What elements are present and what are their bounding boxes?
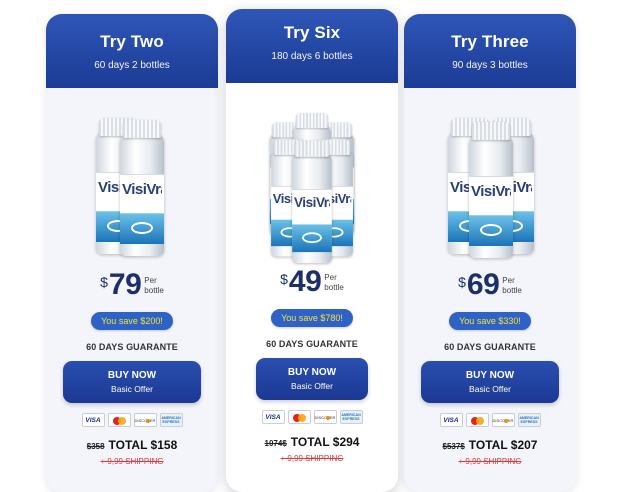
price-unit: Per bottle: [144, 276, 164, 296]
buy-now-label: BUY NOW: [107, 370, 157, 381]
visa-icon: VISA: [439, 413, 463, 427]
buy-now-button[interactable]: BUY NOW Basic Offer: [63, 361, 201, 403]
buy-now-label: BUY NOW: [465, 370, 515, 381]
plan-subtitle: 90 days 3 bottles: [452, 60, 528, 71]
buy-now-label: BUY NOW: [287, 367, 337, 378]
plan-card-try-three: Try Three 90 days 3 bottles VisiVra Visi…: [404, 14, 576, 492]
payment-methods: VISA DISCOVER AMERICAN EXPRESS: [404, 413, 576, 427]
total-price: $537$ TOTAL $207: [404, 438, 576, 452]
plan-card-try-two: Try Two 60 days 2 bottles VisiVra VisiVr…: [46, 14, 218, 492]
price-currency: $: [100, 274, 108, 290]
savings-badge: You save $780!: [271, 309, 353, 327]
plan-subtitle: 180 days 6 bottles: [271, 51, 353, 62]
total-label: TOTAL $158: [108, 438, 178, 452]
price-unit: Per bottle: [502, 276, 522, 296]
price-unit-per: Per: [324, 273, 337, 282]
guarantee-text: 60 DAYS GUARANTE: [444, 342, 536, 352]
discover-icon: DISCOVER: [313, 410, 337, 424]
product-image: VisiVra VisiVra: [46, 118, 218, 268]
mastercard-icon: [465, 413, 489, 427]
buy-now-sublabel: Basic Offer: [291, 381, 333, 391]
total-price: $358 TOTAL $158: [46, 438, 218, 452]
bottle: VisiVra: [120, 120, 164, 256]
mastercard-icon: [287, 410, 311, 424]
price-unit-per: Per: [502, 276, 515, 285]
buy-now-button[interactable]: BUY NOW Basic Offer: [256, 358, 368, 400]
plan-header: Try Six 180 days 6 bottles: [226, 9, 398, 83]
total-label: TOTAL $294: [290, 435, 360, 449]
payment-methods: VISA DISCOVER AMERICAN EXPRESS: [46, 413, 218, 427]
price: $ 49 Per bottle: [226, 267, 398, 297]
discover-icon: DISCOVER: [491, 413, 515, 427]
total-price: 1074$ TOTAL $294: [226, 435, 398, 449]
discover-icon: DISCOVER: [133, 413, 157, 427]
price-currency: $: [458, 274, 466, 290]
guarantee-text: 60 DAYS GUARANTE: [266, 339, 358, 349]
shipping-text: + 9,99 SHIPPING: [100, 457, 164, 466]
amex-icon: AMERICAN EXPRESS: [159, 413, 183, 427]
total-label: TOTAL $207: [468, 438, 538, 452]
price-amount: 49: [288, 265, 322, 298]
buy-now-sublabel: Basic Offer: [469, 384, 511, 394]
product-image: VisiVra VisiVra VisiVra: [404, 118, 576, 268]
old-price: 1074$: [264, 439, 287, 448]
bottle-brand: VisiVra: [122, 181, 162, 198]
visa-icon: VISA: [81, 413, 105, 427]
shipping-text: + 9,99 SHIPPING: [458, 457, 522, 466]
old-price: $358: [86, 442, 105, 451]
old-price: $537$: [442, 442, 465, 451]
plan-header: Try Two 60 days 2 bottles: [46, 14, 218, 88]
plan-subtitle: 60 days 2 bottles: [94, 60, 170, 71]
price: $ 69 Per bottle: [404, 270, 576, 300]
amex-icon: AMERICAN EXPRESS: [339, 410, 363, 424]
product-image: VisiVra VisiVra VisiVra VisiVra VisiVra …: [226, 109, 398, 263]
savings-badge: You save $330!: [449, 312, 531, 330]
plan-title: Try Two: [100, 32, 164, 51]
buy-now-button[interactable]: BUY NOW Basic Offer: [421, 361, 559, 403]
price-unit-per: Per: [144, 276, 157, 285]
savings-badge: You save $200!: [91, 312, 173, 330]
payment-methods: VISA DISCOVER AMERICAN EXPRESS: [226, 410, 398, 424]
plan-title: Try Three: [451, 32, 529, 51]
bottle-brand: VisiVra: [471, 183, 511, 200]
bottle-brand: VisiVra: [294, 195, 330, 211]
bottle: VisiVra: [469, 122, 513, 258]
plan-header: Try Three 90 days 3 bottles: [404, 14, 576, 88]
mastercard-icon: [107, 413, 131, 427]
shipping-text: + 9,99 SHIPPING: [280, 454, 344, 463]
price-unit: Per bottle: [324, 273, 344, 293]
price-unit-bottle: bottle: [502, 286, 522, 295]
price-amount: 79: [108, 268, 142, 301]
plan-title: Try Six: [283, 23, 341, 42]
price-unit-bottle: bottle: [324, 283, 344, 292]
price: $ 79 Per bottle: [46, 270, 218, 300]
price-currency: $: [280, 271, 288, 287]
bottle: VisiVra: [292, 140, 332, 263]
buy-now-sublabel: Basic Offer: [111, 384, 153, 394]
plan-card-try-six: Try Six 180 days 6 bottles VisiVra VisiV…: [226, 9, 398, 492]
guarantee-text: 60 DAYS GUARANTE: [86, 342, 178, 352]
amex-icon: AMERICAN EXPRESS: [517, 413, 541, 427]
visa-icon: VISA: [261, 410, 285, 424]
price-unit-bottle: bottle: [144, 286, 164, 295]
price-amount: 69: [466, 268, 500, 301]
